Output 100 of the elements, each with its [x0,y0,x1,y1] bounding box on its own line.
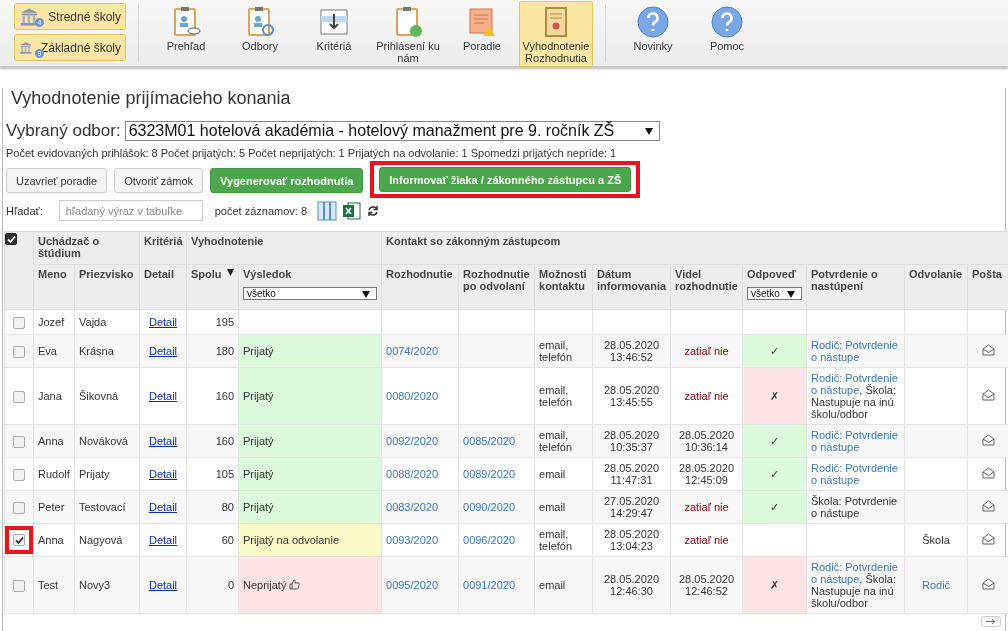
column-header[interactable]: Pošta [972,268,1002,280]
table-cell: Škola [922,534,950,546]
column-group-header: Kritériá [144,235,183,247]
toolbar-button[interactable]: Kritériá [297,1,371,55]
confirmation-note: Rodič: Potvrdenie o nástupe, Škola: Nastupuje na inú školu/odbor [811,561,898,609]
table-cell: 28.05.2020 13:46:52 [604,339,660,363]
action-button[interactable]: Otvoriť zámok [114,168,204,193]
row-checkbox[interactable] [13,390,25,403]
column-header[interactable]: Detail [144,268,174,280]
table-cell: 180 [215,345,234,357]
decision-link[interactable]: 0095/2020 [386,579,438,591]
column-header[interactable]: Odpoveď [747,268,796,280]
select-all-checkbox[interactable] [5,233,17,246]
envelope-icon[interactable] [981,467,995,479]
table-cell: email [539,579,566,591]
clipboard-eye-icon [171,6,201,38]
table-cell: Prijatý [243,345,274,357]
filter-select[interactable]: všetko [243,287,377,300]
table-cell: Prijaty [79,468,110,480]
table-cell: 160 [215,435,234,447]
envelope-icon[interactable] [981,500,995,512]
toolbar-button[interactable]: Poradie [445,1,519,55]
help-icon [637,6,669,38]
answer-mark: ✓ [770,435,779,447]
table-cell: 28.05.2020 12:46:30 [604,573,660,597]
filter-select[interactable]: všetko [747,287,802,300]
table-cell: 160 [215,390,234,402]
envelope-icon[interactable] [981,389,995,401]
toolbar-button[interactable]: Novinky [616,1,690,55]
table-cell: Prijatý [243,390,274,402]
decision-link[interactable]: 0091/2020 [463,579,515,591]
page-title: Vyhodnotenie prijímacieho konania [11,88,292,109]
toolbar-button[interactable]: Odbory [223,1,297,55]
table-cell: Novy3 [79,579,111,591]
table-cell: 28.05.2020 13:45:55 [604,384,660,408]
table-cell: Testovací [79,501,126,513]
envelope-icon[interactable] [981,578,995,590]
table-cell: email [539,468,566,480]
spreadsheet-icon[interactable] [343,200,362,221]
table-cell: 28.05.2020 10:35:37 [604,429,660,453]
column-header[interactable]: Spolu [191,268,222,280]
decision-link[interactable]: 0080/2020 [386,390,438,402]
envelope-icon[interactable] [981,434,995,446]
list-warning-icon [467,6,497,38]
table-cell: Vajda [79,316,107,328]
confirmation-note: Škola: Potvrdenie o nástupe [811,495,898,519]
table-cell: Rudolf [38,468,70,480]
table-cell: 28.05.2020 10:36:14 [679,429,735,453]
detail-link[interactable]: Detail [148,390,178,402]
table-cell: 80 [221,501,234,513]
action-button[interactable]: Uzavrieť poradie [6,168,108,193]
table-cell: email, telefón [539,339,573,363]
appeal-link[interactable]: Rodič [921,579,951,591]
envelope-icon[interactable] [981,344,995,356]
table-cell: 28.05.2020 11:47:31 [604,462,660,486]
table-cell: 28.05.2020 12:45:09 [679,462,735,486]
column-header[interactable]: Meno [38,268,67,280]
table-cell: Neprijatý [243,579,287,591]
table-cell: email, telefón [539,528,573,552]
toolbar-button[interactable]: Vyhodnotenie Rozhodnutia [519,1,593,67]
row-checkbox[interactable] [13,534,25,546]
confirmation-note: Rodič: Potvrdenie o nástupe, Škola: Nastupuje na inú školu/odbor [811,372,898,420]
help-icon [711,6,743,38]
table-cell: Prijatý [243,435,274,447]
table-cell: Anna [38,534,64,546]
row-checkbox[interactable] [13,501,25,514]
column-group-header: Vyhodnotenie [191,235,264,247]
detail-link[interactable]: Detail [148,579,178,591]
table-cell: email, telefón [539,429,573,453]
table-cell: Prijatý [243,501,274,513]
study-field-select[interactable]: 6323M01 hotelová akadémia - hotelový manažment pre 9. ročník ZŠ [124,121,660,141]
answer-mark: ✓ [770,345,779,357]
clipboard-check-icon [393,6,423,38]
column-header[interactable]: Výsledok [243,268,292,280]
sort-icon[interactable] [227,269,234,276]
table-cell: Nováková [79,435,128,447]
table-cell: Test [38,579,59,591]
search-field[interactable]: hľadaný výraz v tabuľke [58,200,203,221]
table-cell: Eva [38,345,57,357]
record-count: počet záznamov: 8 [214,204,308,217]
refresh-icon[interactable] [367,204,380,217]
table-cell: Jana [38,390,62,402]
toolbar-button[interactable]: Prehľad [149,1,223,55]
table-cell: 105 [215,468,234,480]
toolbar-button[interactable]: Pomoc [690,1,764,55]
row-checkbox[interactable] [13,316,25,329]
table-cell: zatiaľ nie [684,390,729,402]
row-checkbox[interactable] [13,345,25,358]
toolbar-button[interactable]: Prihlásení ku nám [371,1,445,67]
column-group-header: Uchádzač o štúdium [38,235,100,259]
table-cell: Prijatý na odvolanie [243,534,339,546]
table-cell: 195 [215,316,234,328]
row-checkbox[interactable] [13,579,25,592]
scroll-right-icon[interactable] [981,616,1001,627]
columns-icon[interactable] [317,200,338,221]
envelope-icon[interactable] [981,533,995,545]
table-cell: Nagyová [79,534,123,546]
row-checkbox[interactable] [13,468,25,481]
row-checkbox[interactable] [13,435,25,448]
answer-mark: ✗ [770,579,779,591]
